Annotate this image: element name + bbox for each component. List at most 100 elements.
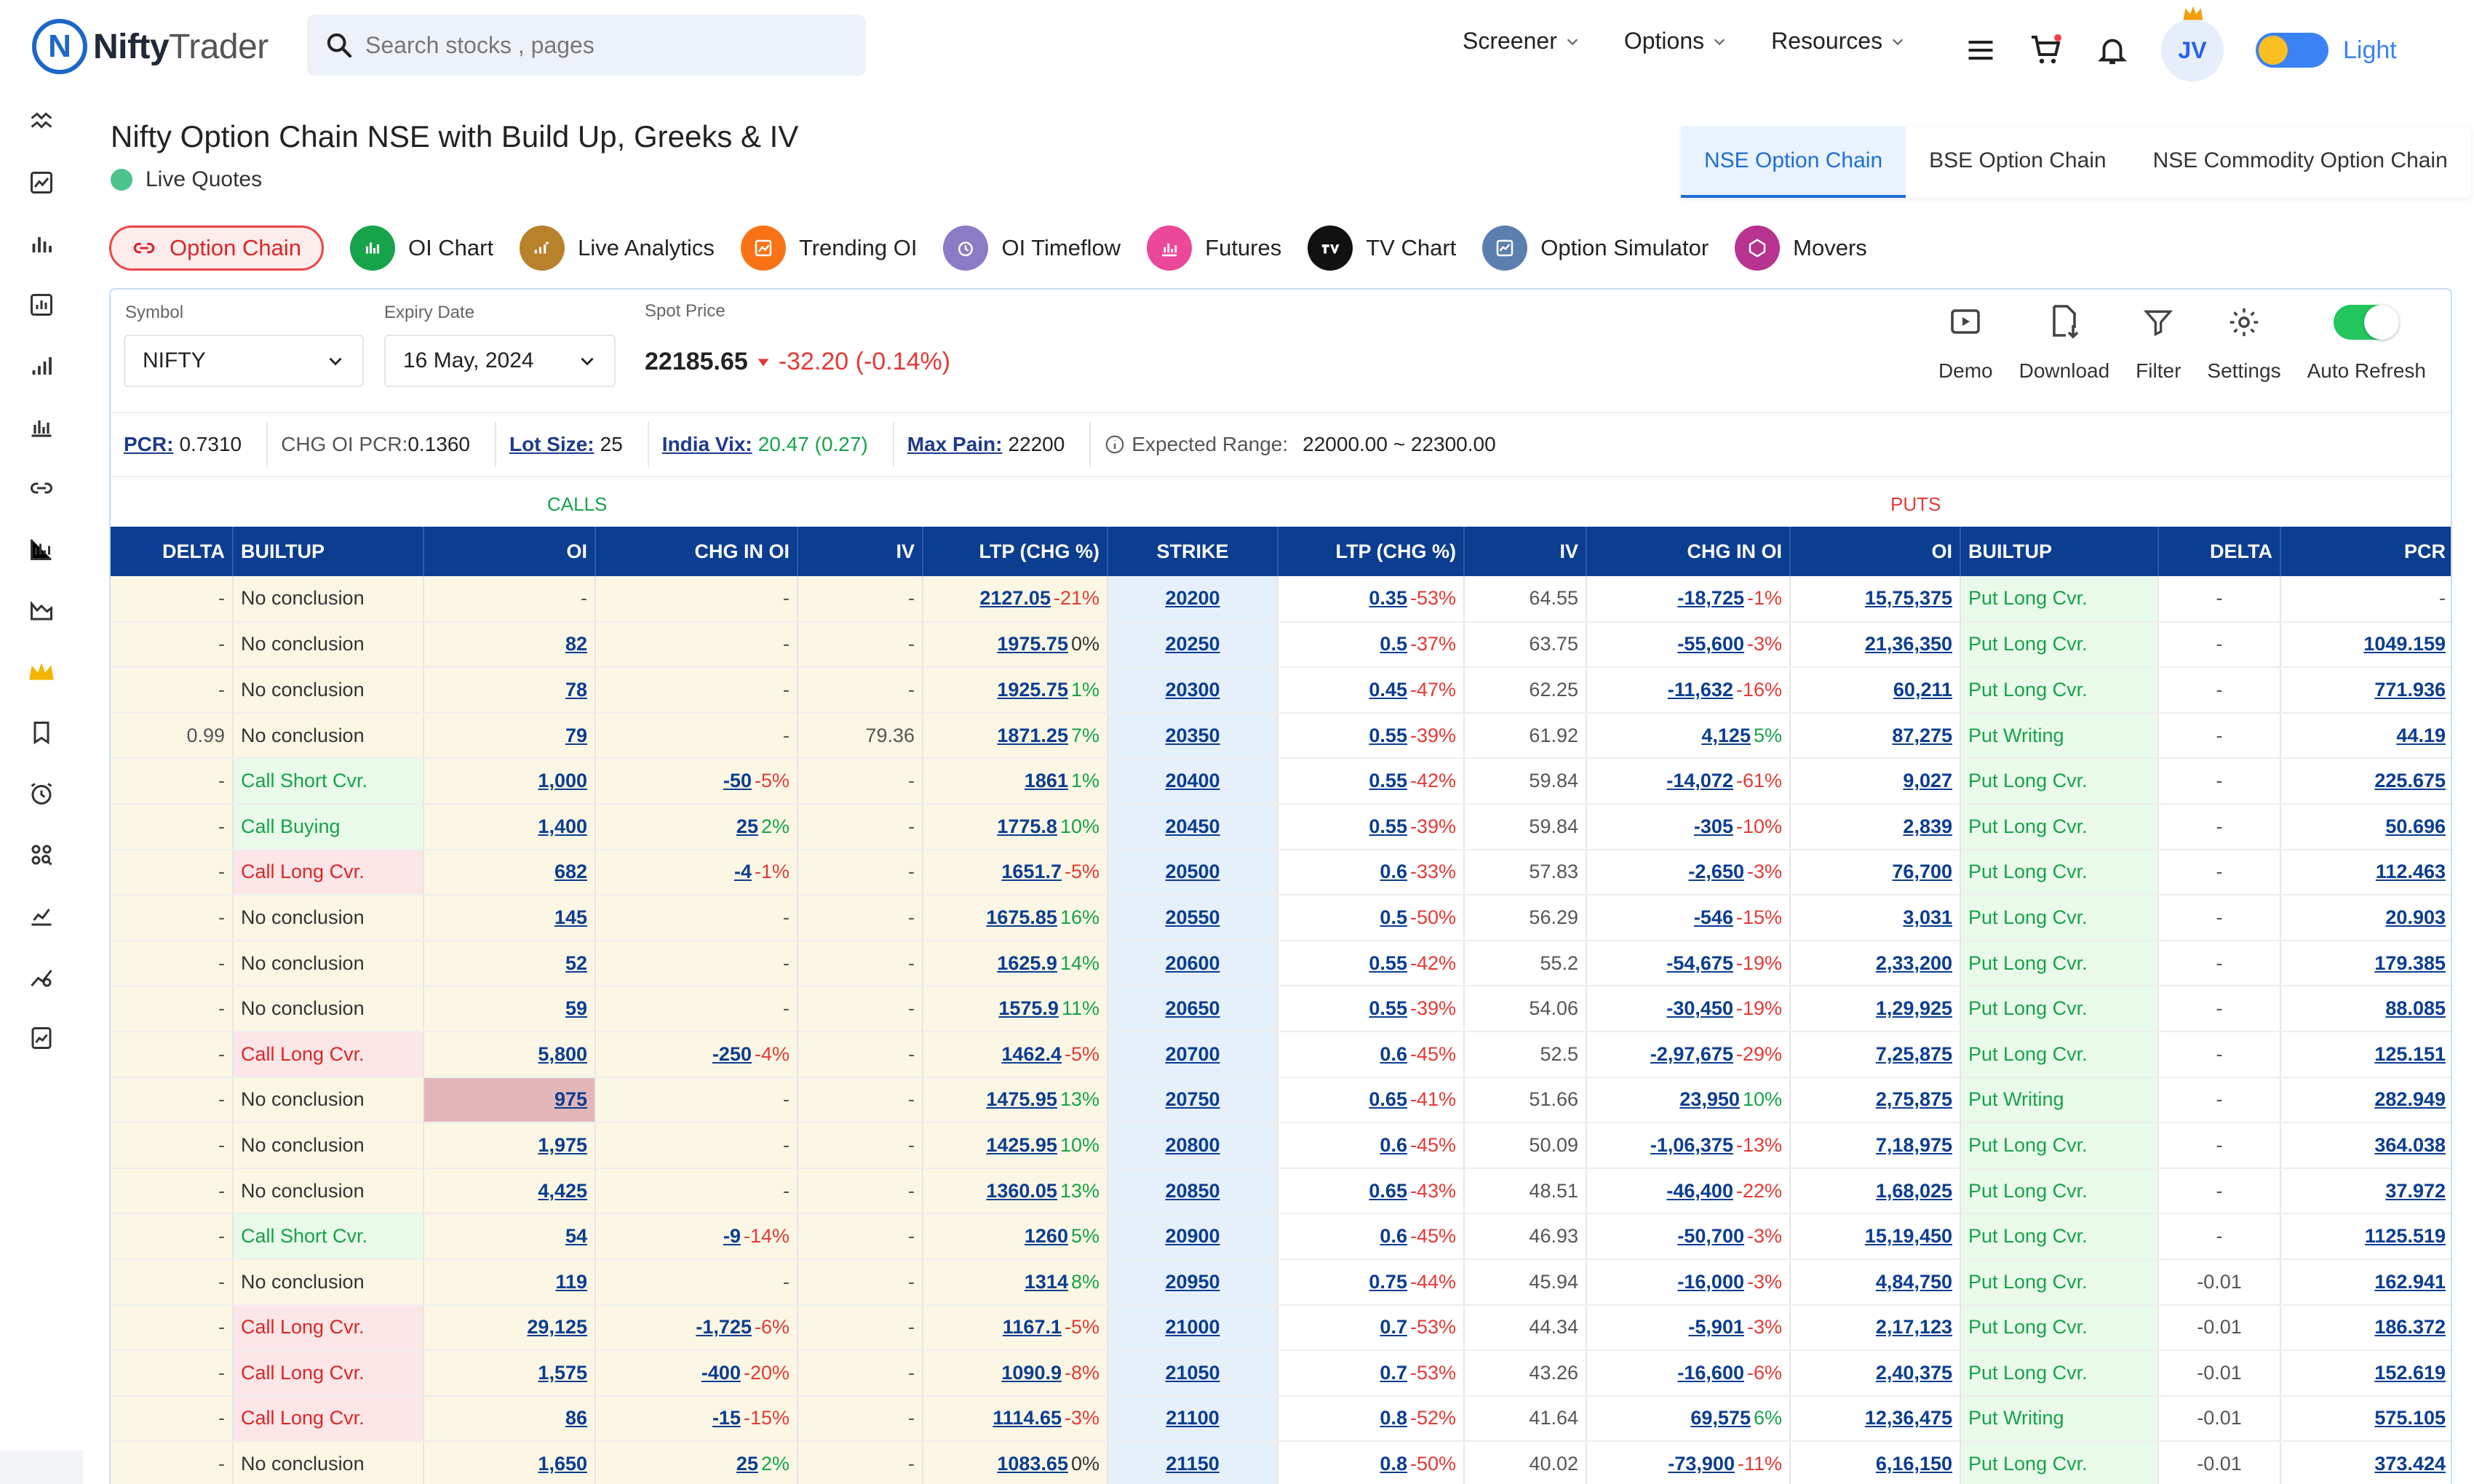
pcr-link[interactable]: 162.941 <box>2374 1271 2446 1293</box>
call-ltp[interactable]: 1925.75 1% <box>923 667 1108 714</box>
col-call-oi[interactable]: OI <box>423 527 596 576</box>
call-chg-oi[interactable]: -9 -14% <box>595 1213 798 1260</box>
call-ltp[interactable]: 1861 1% <box>923 758 1108 805</box>
pcr[interactable]: 364.038 <box>2280 1122 2451 1169</box>
menu-icon[interactable] <box>1965 34 1997 66</box>
strike-link[interactable]: 20500 <box>1165 861 1220 882</box>
pcr[interactable]: 186.372 <box>2280 1304 2451 1352</box>
strike-link[interactable]: 20700 <box>1165 1043 1220 1065</box>
put-chg-oi[interactable]: -305 -10% <box>1586 803 1791 850</box>
col-call-ltp[interactable]: LTP (CHG %) <box>923 527 1108 576</box>
pcr-link[interactable]: 771.936 <box>2374 679 2446 701</box>
pcr[interactable]: 225.675 <box>2280 758 2451 805</box>
put-oi-link[interactable]: 1,68,025 <box>1876 1180 1952 1202</box>
put-oi-link[interactable]: 2,33,200 <box>1876 952 1952 974</box>
put-oi-link[interactable]: 2,75,875 <box>1876 1088 1952 1110</box>
strike[interactable]: 20850 <box>1107 1168 1278 1215</box>
put-chg-oi-link[interactable]: 69,575 <box>1690 1407 1751 1429</box>
strike-link[interactable]: 20250 <box>1165 633 1220 655</box>
stat-india-vix-label[interactable]: India Vix: <box>662 433 752 456</box>
put-chg-oi[interactable]: -55,600 -3% <box>1586 621 1791 669</box>
call-ltp-link[interactable]: 1975.75 <box>997 633 1068 655</box>
strike[interactable]: 21050 <box>1107 1350 1278 1397</box>
call-chg-oi-link[interactable]: -15 <box>712 1407 741 1429</box>
user-avatar[interactable]: JV <box>2161 6 2224 81</box>
strike-link[interactable]: 20850 <box>1165 1180 1220 1202</box>
pcr-link[interactable]: 125.151 <box>2374 1043 2446 1065</box>
strike-link[interactable]: 20350 <box>1165 725 1220 746</box>
put-oi[interactable]: 2,839 <box>1790 803 1961 850</box>
put-chg-oi[interactable]: -16,000 -3% <box>1586 1258 1791 1306</box>
put-chg-oi-link[interactable]: 23,950 <box>1679 1088 1740 1110</box>
put-chg-oi-link[interactable]: 4,125 <box>1701 725 1751 746</box>
col-call-chg-oi[interactable]: CHG IN OI <box>595 527 798 576</box>
call-oi[interactable]: 1,975 <box>423 1122 596 1169</box>
call-ltp[interactable]: 1675.85 16% <box>923 895 1108 941</box>
tool-tv-chart[interactable]: TV Chart <box>1308 226 1456 271</box>
put-oi[interactable]: 7,25,875 <box>1790 1031 1961 1078</box>
put-chg-oi[interactable]: 69,575 6% <box>1586 1395 1791 1443</box>
call-ltp[interactable]: 1425.95 10% <box>923 1122 1108 1169</box>
call-oi[interactable]: 5,800 <box>423 1031 596 1078</box>
call-chg-oi-link[interactable]: -400 <box>701 1362 741 1384</box>
strike[interactable]: 20800 <box>1107 1122 1278 1169</box>
put-ltp[interactable]: 0.5 -50% <box>1278 895 1465 941</box>
auto-refresh-switch[interactable] <box>2334 305 2400 340</box>
pcr[interactable]: 125.151 <box>2280 1031 2451 1078</box>
call-chg-oi[interactable]: -4 -1% <box>595 849 798 896</box>
pcr-link[interactable]: 88.085 <box>2385 997 2446 1019</box>
filter-button[interactable]: Filter <box>2136 301 2181 383</box>
strike[interactable]: 20650 <box>1107 986 1278 1032</box>
call-chg-oi[interactable]: -15 -15% <box>595 1395 798 1443</box>
strike[interactable]: 20600 <box>1107 940 1278 987</box>
call-ltp-link[interactable]: 1625.9 <box>997 952 1057 974</box>
put-ltp-link[interactable]: 0.55 <box>1369 725 1407 746</box>
put-chg-oi-link[interactable]: -2,650 <box>1688 861 1744 882</box>
put-ltp-link[interactable]: 0.7 <box>1380 1316 1407 1338</box>
call-ltp[interactable]: 1167.1 -5% <box>923 1304 1108 1352</box>
put-chg-oi[interactable]: -1,06,375 -13% <box>1586 1122 1791 1169</box>
tool-movers[interactable]: Movers <box>1735 226 1867 271</box>
call-chg-oi-link[interactable]: -4 <box>734 861 752 882</box>
put-ltp-link[interactable]: 0.55 <box>1369 770 1407 791</box>
call-ltp[interactable]: 1625.9 14% <box>923 940 1108 987</box>
strike-link[interactable]: 21000 <box>1165 1316 1220 1338</box>
strike-link[interactable]: 20300 <box>1165 679 1220 701</box>
put-chg-oi[interactable]: -46,400 -22% <box>1586 1168 1791 1215</box>
pcr[interactable]: 771.936 <box>2280 667 2451 714</box>
put-ltp[interactable]: 0.5 -37% <box>1278 621 1465 669</box>
crown-icon[interactable] <box>25 655 58 688</box>
call-chg-oi[interactable]: -1,725 -6% <box>595 1304 798 1352</box>
put-oi-link[interactable]: 12,36,475 <box>1865 1407 1952 1429</box>
call-ltp[interactable]: 1360.05 13% <box>923 1168 1108 1215</box>
put-ltp[interactable]: 0.6 -33% <box>1278 849 1465 896</box>
call-oi-link[interactable]: 79 <box>565 725 587 746</box>
strike-link[interactable]: 20800 <box>1165 1134 1220 1156</box>
signal-bars-icon[interactable] <box>25 349 58 383</box>
col-call-iv[interactable]: IV <box>798 527 923 576</box>
put-ltp-link[interactable]: 0.65 <box>1369 1180 1407 1202</box>
tool-oi-chart[interactable]: OI Chart <box>349 226 493 271</box>
put-ltp[interactable]: 0.7 -53% <box>1278 1304 1465 1352</box>
put-chg-oi-link[interactable]: -73,900 <box>1668 1453 1735 1475</box>
put-chg-oi[interactable]: -16,600 -6% <box>1586 1350 1791 1397</box>
call-chg-oi[interactable]: 25 2% <box>595 1441 798 1484</box>
call-ltp-link[interactable]: 1871.25 <box>997 725 1068 746</box>
strike[interactable]: 20550 <box>1107 895 1278 941</box>
put-ltp-link[interactable]: 0.35 <box>1369 587 1407 609</box>
tab-nse-option-chain[interactable]: NSE Option Chain <box>1681 127 1906 198</box>
strike[interactable]: 20450 <box>1107 803 1278 850</box>
put-ltp-link[interactable]: 0.55 <box>1369 952 1407 974</box>
auto-refresh-toggle[interactable]: Auto Refresh <box>2307 301 2426 383</box>
put-ltp-link[interactable]: 0.6 <box>1380 1225 1407 1247</box>
put-chg-oi-link[interactable]: -14,072 <box>1666 770 1733 791</box>
strike[interactable]: 20350 <box>1107 712 1278 759</box>
nav-resources[interactable]: Resources <box>1771 28 1906 55</box>
trend-chart-icon[interactable] <box>25 166 58 199</box>
alarm-icon[interactable] <box>25 777 58 810</box>
call-ltp[interactable]: 2127.05 -21% <box>923 576 1108 623</box>
strike[interactable]: 21000 <box>1107 1304 1278 1352</box>
call-ltp-link[interactable]: 1462.4 <box>1001 1043 1062 1065</box>
pcr[interactable]: 373.424 <box>2280 1441 2451 1484</box>
call-chg-oi-link[interactable]: -1,725 <box>696 1316 752 1338</box>
